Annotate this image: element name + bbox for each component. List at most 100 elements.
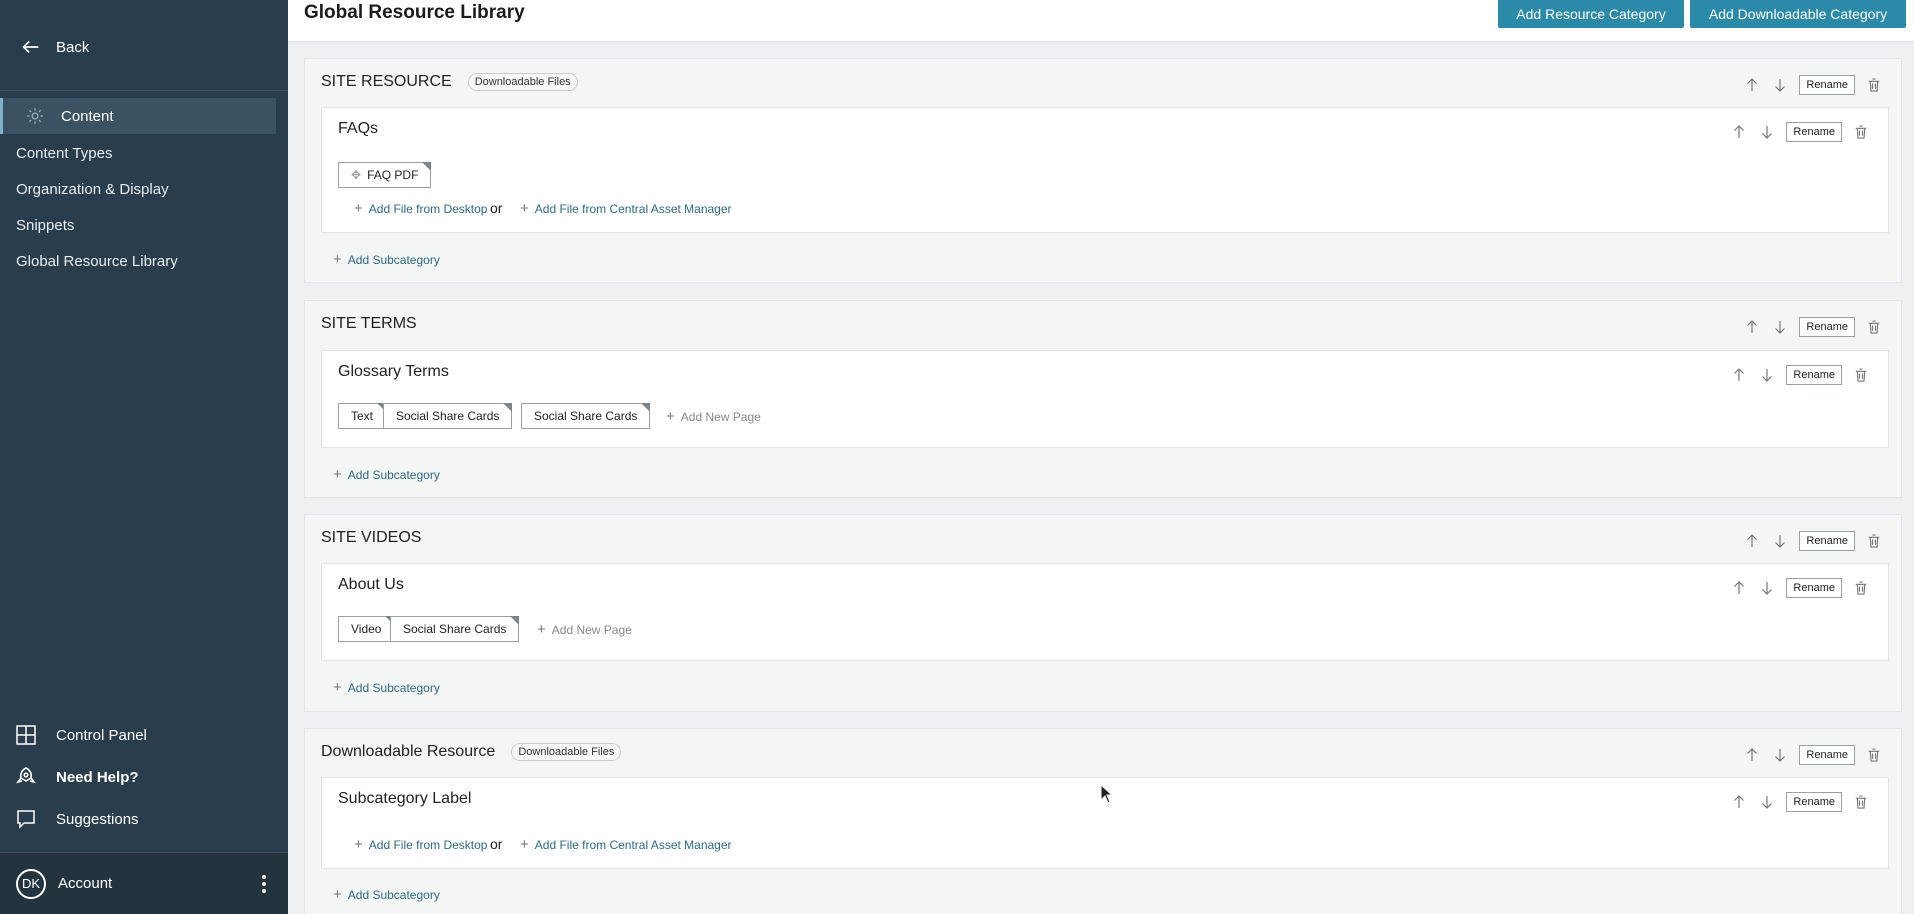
add-subcategory-link[interactable]: + Add Subcategory	[333, 679, 440, 696]
add-subcategory-link[interactable]: + Add Subcategory	[333, 251, 440, 268]
control-panel-label: Control Panel	[56, 726, 147, 744]
trash-icon[interactable]	[1865, 532, 1883, 550]
page-chip[interactable]: Social Share Cards	[521, 403, 651, 429]
arrow-up-icon[interactable]	[1730, 579, 1748, 597]
sidebar-bottom: Control Panel Need Help? Suggestions	[0, 714, 288, 840]
sidebar-item-content[interactable]: Content	[0, 98, 276, 134]
page-chip[interactable]: Text	[338, 403, 387, 429]
move-icon[interactable]: ✥	[351, 163, 361, 187]
add-file-desktop-link[interactable]: + Add File from Desktop	[354, 200, 487, 217]
suggestions-label: Suggestions	[56, 810, 139, 828]
sidebar-item-organization-display[interactable]: Organization & Display	[16, 178, 178, 214]
sidebar-item-snippets[interactable]: Snippets	[16, 214, 178, 250]
trash-icon[interactable]	[1852, 579, 1870, 597]
add-subcategory-label: Add Subcategory	[347, 467, 440, 482]
category-controls: Rename	[1743, 745, 1883, 765]
trash-icon[interactable]	[1852, 366, 1870, 384]
category-title-text: SITE TERMS	[321, 315, 417, 332]
suggestions-link[interactable]: Suggestions	[0, 798, 288, 840]
add-file-desktop-link[interactable]: + Add File from Desktop	[354, 836, 487, 853]
rename-button[interactable]: Rename	[1799, 317, 1855, 337]
add-downloadable-category-button[interactable]: Add Downloadable Category	[1690, 0, 1906, 28]
trash-icon[interactable]	[1852, 793, 1870, 811]
page-chip[interactable]: Social Share Cards	[390, 616, 520, 642]
sidebar: Back Content Content Types Organization …	[0, 0, 288, 914]
add-new-page-label: Add New Page	[551, 622, 632, 637]
arrow-up-icon[interactable]	[1743, 318, 1761, 336]
add-subcategory-label: Add Subcategory	[347, 887, 440, 902]
add-new-page-label: Add New Page	[680, 409, 761, 424]
category-controls: Rename	[1743, 75, 1883, 95]
category-badge: Downloadable Files	[467, 73, 578, 91]
trash-icon[interactable]	[1865, 76, 1883, 94]
arrow-down-icon[interactable]	[1758, 123, 1776, 141]
subcategory-controls: Rename	[1730, 122, 1870, 142]
add-file-cam-link[interactable]: + Add File from Central Asset Manager	[520, 200, 732, 217]
rename-button[interactable]: Rename	[1799, 75, 1855, 95]
plus-icon: +	[666, 408, 675, 425]
plus-icon: +	[333, 886, 342, 903]
arrow-down-icon[interactable]	[1771, 746, 1789, 764]
plus-icon: +	[354, 836, 363, 853]
arrow-down-icon[interactable]	[1771, 318, 1789, 336]
category-title: SITE TERMS	[321, 315, 417, 333]
or-label: or	[490, 200, 503, 216]
back-button[interactable]: Back	[20, 36, 89, 58]
arrow-down-icon[interactable]	[1758, 366, 1776, 384]
sidebar-item-global-resource-library[interactable]: Global Resource Library	[16, 250, 178, 286]
plus-icon: +	[333, 466, 342, 483]
arrow-down-icon[interactable]	[1758, 579, 1776, 597]
page-chip[interactable]: Video	[338, 616, 395, 642]
add-subcategory-link[interactable]: + Add Subcategory	[333, 886, 440, 903]
subcategory-controls: Rename	[1730, 365, 1870, 385]
mouse-cursor-icon	[1100, 784, 1114, 804]
rename-button[interactable]: Rename	[1799, 531, 1855, 551]
add-subcategory-link[interactable]: + Add Subcategory	[333, 466, 440, 483]
arrow-up-icon[interactable]	[1743, 532, 1761, 550]
category-title: SITE RESOURCE Downloadable Files	[321, 73, 578, 91]
trash-icon[interactable]	[1865, 746, 1883, 764]
sidebar-divider	[0, 90, 288, 91]
main-content: Global Resource Library Add Resource Cat…	[288, 0, 1914, 914]
control-panel-link[interactable]: Control Panel	[0, 714, 288, 756]
arrow-down-icon[interactable]	[1771, 76, 1789, 94]
plus-icon: +	[333, 679, 342, 696]
rename-button[interactable]: Rename	[1786, 122, 1842, 142]
plus-icon: +	[354, 200, 363, 217]
category-title: SITE VIDEOS	[321, 529, 421, 547]
category-site-videos: SITE VIDEOS Rename About Us Rename Video…	[304, 514, 1902, 712]
add-file-desktop-label: Add File from Desktop	[368, 201, 488, 216]
subcategory-controls: Rename	[1730, 578, 1870, 598]
add-resource-category-button[interactable]: Add Resource Category	[1498, 0, 1684, 28]
rename-button[interactable]: Rename	[1786, 578, 1842, 598]
arrow-up-icon[interactable]	[1730, 123, 1748, 141]
rename-button[interactable]: Rename	[1799, 745, 1855, 765]
add-subcategory-label: Add Subcategory	[347, 252, 440, 267]
arrow-down-icon[interactable]	[1758, 793, 1776, 811]
account-bar[interactable]: DK Account	[0, 852, 288, 914]
rename-button[interactable]: Rename	[1786, 365, 1842, 385]
arrow-down-icon[interactable]	[1771, 532, 1789, 550]
category-site-resource: SITE RESOURCE Downloadable Files Rename …	[304, 58, 1902, 283]
rename-button[interactable]: Rename	[1786, 792, 1842, 812]
arrow-up-icon[interactable]	[1743, 746, 1761, 764]
arrow-up-icon[interactable]	[1743, 76, 1761, 94]
plus-icon: +	[333, 251, 342, 268]
sidebar-item-content-types[interactable]: Content Types	[16, 142, 178, 178]
category-title-text: Downloadable Resource	[321, 743, 496, 760]
file-chip[interactable]: ✥ FAQ PDF	[338, 162, 432, 188]
arrow-up-icon[interactable]	[1730, 793, 1748, 811]
trash-icon[interactable]	[1852, 123, 1870, 141]
add-file-cam-link[interactable]: + Add File from Central Asset Manager	[520, 836, 732, 853]
page-chip[interactable]: Social Share Cards	[383, 403, 513, 429]
category-downloadable-resource: Downloadable Resource Downloadable Files…	[304, 728, 1902, 914]
trash-icon[interactable]	[1865, 318, 1883, 336]
add-new-page-link[interactable]: + Add New Page	[666, 408, 761, 425]
more-vertical-icon[interactable]	[262, 875, 266, 893]
add-new-page-link[interactable]: + Add New Page	[537, 621, 632, 638]
arrow-up-icon[interactable]	[1730, 366, 1748, 384]
need-help-link[interactable]: Need Help?	[0, 756, 288, 798]
category-controls: Rename	[1743, 531, 1883, 551]
add-file-cam-label: Add File from Central Asset Manager	[534, 837, 732, 852]
need-help-label: Need Help?	[56, 768, 139, 786]
